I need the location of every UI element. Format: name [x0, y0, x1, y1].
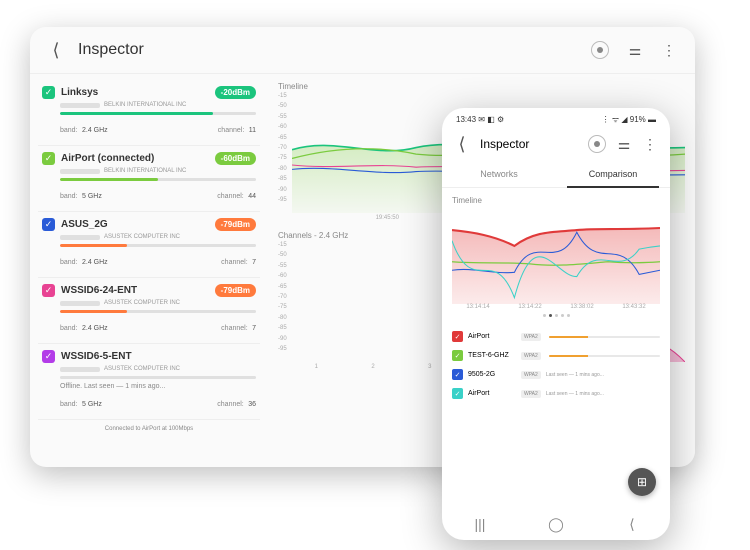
- checkbox-icon[interactable]: ✓: [42, 218, 55, 231]
- mac-placeholder: [60, 235, 100, 240]
- signal-bar: [549, 336, 660, 338]
- signal-badge: -20dBm: [215, 86, 256, 99]
- vendor-text: ASUSTEK COMPUTER INC: [104, 366, 180, 372]
- network-item[interactable]: ✓Linksys-20dBm BELKIN INTERNATIONAL INC …: [38, 80, 260, 146]
- checkbox-icon[interactable]: ✓: [42, 284, 55, 297]
- offline-text: Offline. Last seen — 1 mins ago...: [42, 383, 256, 390]
- phone-frame: 13:43 ✉ ◧ ⚙ ⋮ ᯤ ◢ 91% ▬ ⟨ Inspector ⚌ ⋮ …: [442, 108, 670, 540]
- back-icon[interactable]: ⟨: [454, 136, 470, 152]
- tab-networks[interactable]: Networks: [442, 161, 556, 187]
- checkbox-icon[interactable]: ✓: [42, 86, 55, 99]
- record-button[interactable]: [591, 41, 609, 59]
- signal-badge: -79dBm: [215, 284, 256, 297]
- offline-text: Last seen — 1 mins ago...: [546, 391, 604, 397]
- vendor-text: BELKIN INTERNATIONAL INC: [104, 102, 186, 108]
- signal-bar: [549, 355, 660, 357]
- signal-bar: [60, 244, 256, 247]
- security-badge: WPA2: [521, 390, 541, 398]
- vendor-text: ASUSTEK COMPUTER INC: [104, 234, 180, 240]
- more-icon[interactable]: ⋮: [661, 42, 677, 58]
- network-item[interactable]: ✓ AirPort (connected) -60dBm BELKIN INTERN…: [38, 146, 260, 212]
- signal-bar: [60, 178, 256, 181]
- chart-title: Timeline: [278, 82, 685, 91]
- network-list[interactable]: ✓Linksys-20dBm BELKIN INTERNATIONAL INC …: [30, 74, 268, 466]
- signal-bar: [60, 310, 256, 313]
- list-item[interactable]: ✓ AirPort WPA2 Last seen — 1 mins ago...: [452, 384, 660, 403]
- checkbox-icon[interactable]: ✓: [42, 350, 55, 363]
- offline-text: Last seen — 1 mins ago...: [546, 372, 604, 378]
- filter-icon[interactable]: ⚌: [616, 136, 632, 152]
- network-item[interactable]: ✓ WSSID6-24-ENT -79dBm ASUSTEK COMPUTER IN…: [38, 278, 260, 344]
- fab-button[interactable]: ⊞: [628, 468, 656, 496]
- pagination-dots[interactable]: [452, 314, 660, 317]
- phone-chart-section: Timeline 13:14:1413:14:2213:38:0213:43:3…: [442, 188, 670, 327]
- recent-icon[interactable]: |||: [473, 517, 487, 531]
- checkbox-icon[interactable]: ✓: [452, 350, 463, 361]
- phone-statusbar: 13:43 ✉ ◧ ⚙ ⋮ ᯤ ◢ 91% ▬: [442, 108, 670, 127]
- page-title: Inspector: [78, 41, 577, 59]
- signal-bar: [60, 112, 256, 115]
- checkbox-icon[interactable]: ✓: [452, 331, 463, 342]
- mac-placeholder: [60, 367, 100, 372]
- network-name: 9505-2G: [468, 371, 516, 378]
- mac-placeholder: [60, 301, 100, 306]
- list-item[interactable]: ✓ TEST-6-GHZ WPA2: [452, 346, 660, 365]
- header-actions: ⚌ ⋮: [591, 41, 677, 59]
- mac-placeholder: [60, 169, 100, 174]
- home-icon[interactable]: ◯: [549, 517, 563, 531]
- network-item[interactable]: ✓ASUS_2G-79dBm ASUSTEK COMPUTER INC band…: [38, 212, 260, 278]
- network-name: WSSID6-24-ENT: [61, 285, 209, 296]
- signal-badge: -79dBm: [215, 218, 256, 231]
- security-badge: WPA2: [521, 371, 541, 379]
- network-name: WSSID6-5-ENT: [61, 351, 256, 362]
- back-icon[interactable]: ⟨: [48, 42, 64, 58]
- network-name: TEST-6-GHZ: [468, 352, 516, 359]
- network-name: AirPort: [468, 390, 516, 397]
- vendor-text: ASUSTEK COMPUTER INC: [104, 300, 180, 306]
- phone-network-list[interactable]: ✓ AirPort WPA2 ✓ TEST-6-GHZ WPA2 ✓ 9505-2G WPA2 L…: [442, 327, 670, 403]
- back-icon[interactable]: ⟨: [625, 517, 639, 531]
- network-name: ASUS_2G: [61, 219, 209, 230]
- page-title: Inspector: [480, 137, 578, 151]
- list-item[interactable]: ✓ 9505-2G WPA2 Last seen — 1 mins ago...: [452, 365, 660, 384]
- vendor-text: BELKIN INTERNATIONAL INC: [104, 168, 186, 174]
- tab-comparison[interactable]: Comparison: [556, 161, 670, 187]
- filter-icon[interactable]: ⚌: [627, 42, 643, 58]
- connection-status: Connected to AirPort at 100Mbps: [38, 420, 260, 438]
- signal-badge: -60dBm: [215, 152, 256, 165]
- record-button[interactable]: [588, 135, 606, 153]
- chart-title: Timeline: [452, 196, 660, 205]
- checkbox-icon[interactable]: ✓: [452, 388, 463, 399]
- signal-bar: [60, 376, 256, 379]
- network-name: Linksys: [61, 87, 209, 98]
- tablet-header: ⟨ Inspector ⚌ ⋮: [30, 27, 695, 74]
- network-name: AirPort: [468, 333, 516, 340]
- mac-placeholder: [60, 103, 100, 108]
- network-item[interactable]: ✓ WSSID6-5-ENT ASUSTEK COMPUTER INC Offli…: [38, 344, 260, 420]
- phone-header: ⟨ Inspector ⚌ ⋮: [442, 127, 670, 161]
- phone-navbar: ||| ◯ ⟨: [442, 508, 670, 540]
- phone-tabs: NetworksComparison: [442, 161, 670, 188]
- list-item[interactable]: ✓ AirPort WPA2: [452, 327, 660, 346]
- phone-chart-canvas: [452, 209, 660, 304]
- security-badge: WPA2: [521, 352, 541, 360]
- security-badge: WPA2: [521, 333, 541, 341]
- network-name: AirPort (connected): [61, 153, 209, 164]
- checkbox-icon[interactable]: ✓: [42, 152, 55, 165]
- more-icon[interactable]: ⋮: [642, 136, 658, 152]
- checkbox-icon[interactable]: ✓: [452, 369, 463, 380]
